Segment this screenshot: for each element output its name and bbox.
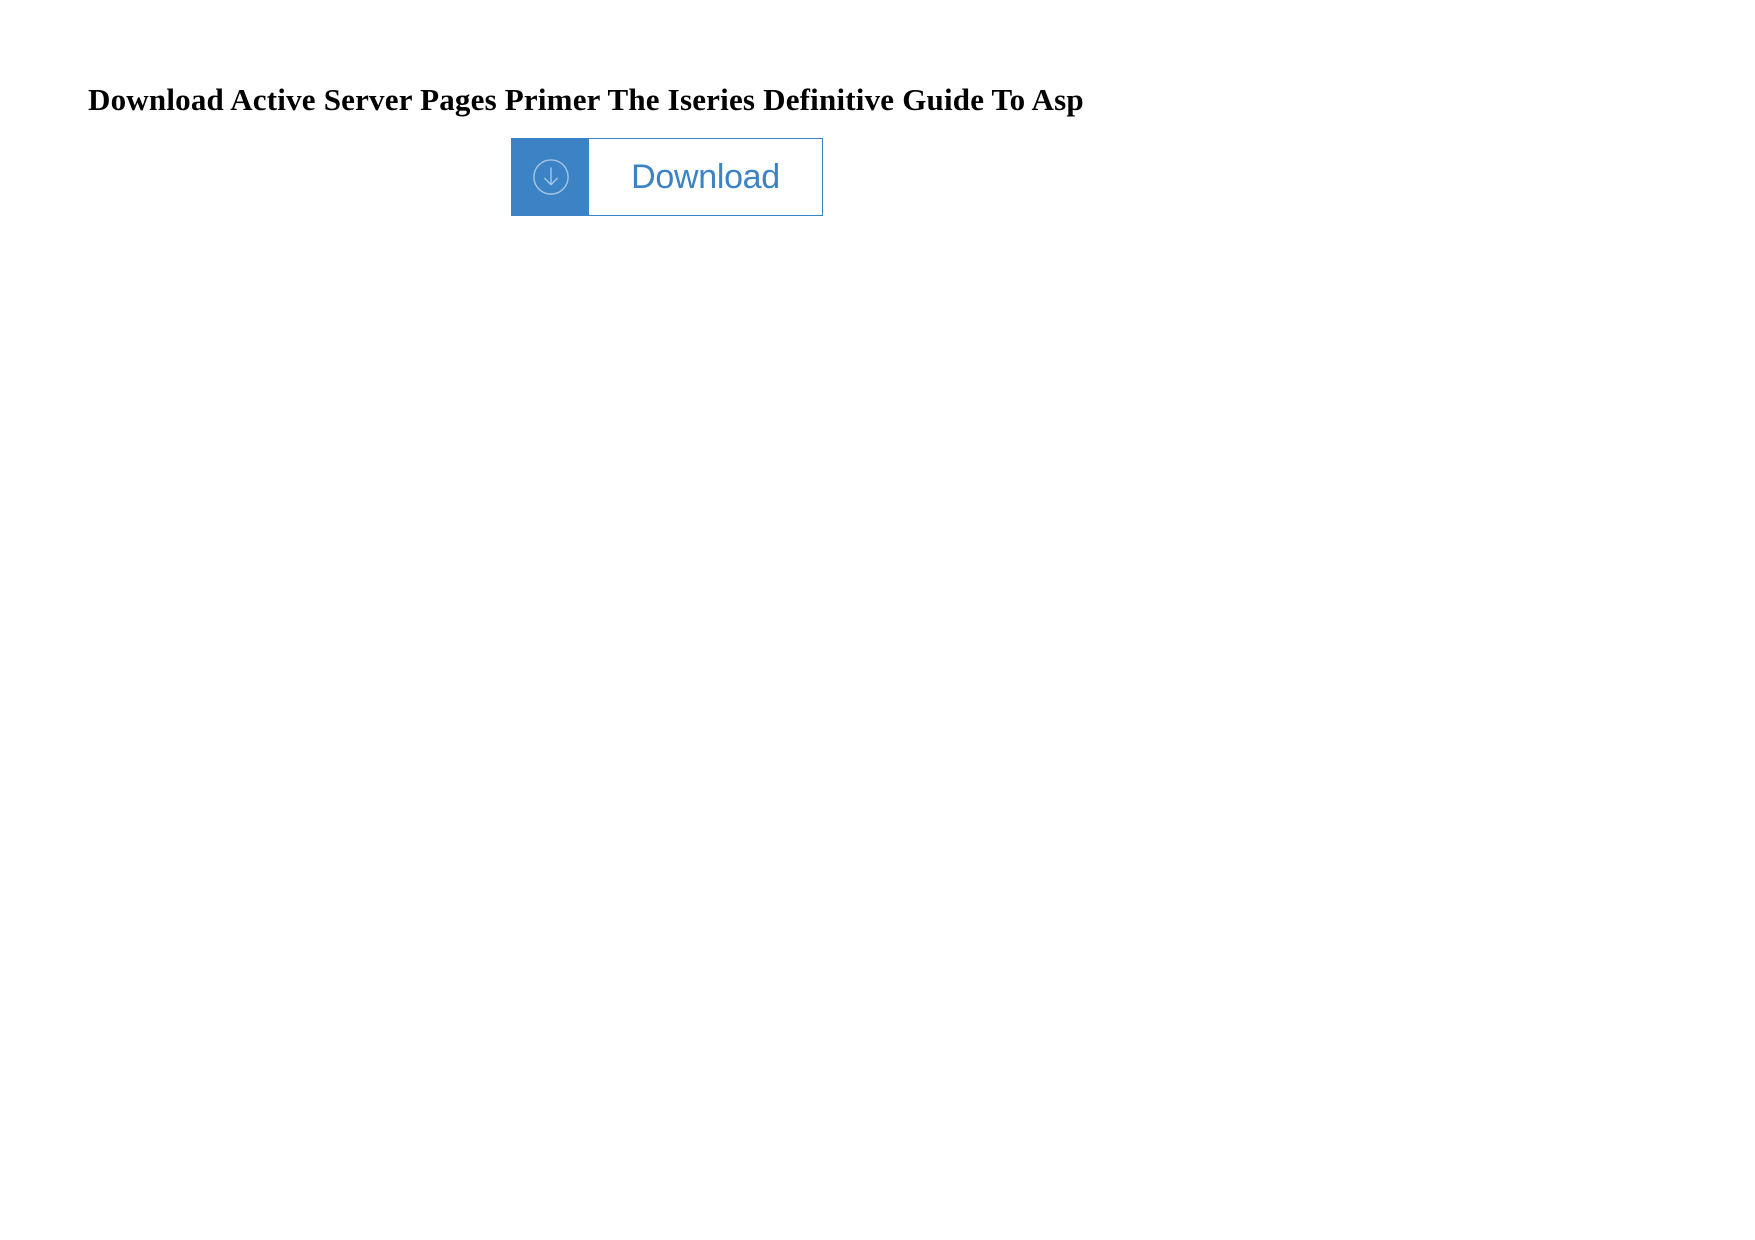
page-title: Download Active Server Pages Primer The … [88, 82, 1084, 118]
download-button-label: Download [589, 139, 822, 215]
download-circle-icon [532, 158, 570, 196]
download-icon-box [512, 139, 589, 215]
download-button[interactable]: Download [511, 138, 823, 216]
